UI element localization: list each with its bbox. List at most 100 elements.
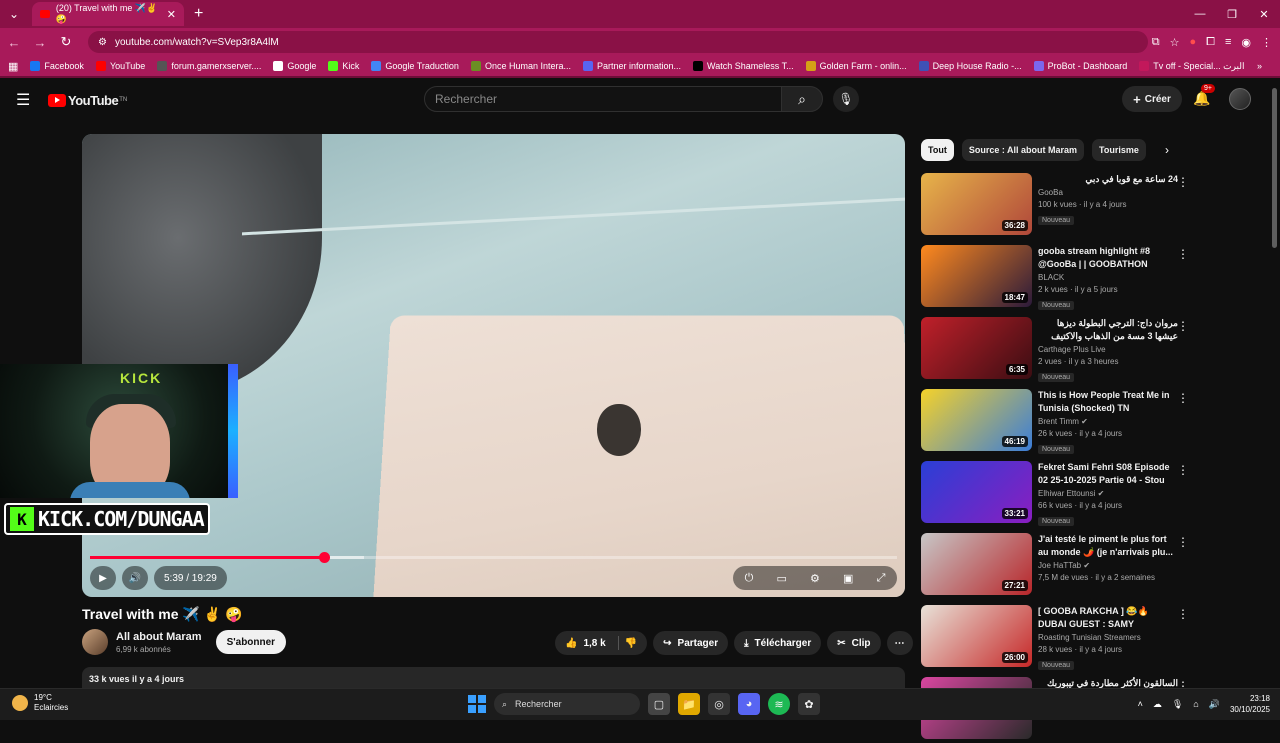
- more-options-icon[interactable]: ⋮: [1177, 391, 1189, 405]
- chevron-right-icon[interactable]: ›: [1165, 143, 1169, 157]
- filter-chip[interactable]: Tourisme: [1092, 139, 1146, 161]
- video-thumbnail[interactable]: 33:21: [921, 461, 1032, 523]
- back-icon[interactable]: ←: [2, 30, 26, 54]
- bookmark-item[interactable]: ProBot - Dashboard: [1033, 61, 1127, 72]
- video-thumbnail[interactable]: 36:28: [921, 173, 1032, 235]
- profile-icon[interactable]: ◉: [1241, 36, 1251, 49]
- network-icon[interactable]: ⌂: [1193, 699, 1198, 709]
- bookmark-item[interactable]: Google: [273, 61, 316, 72]
- menu-icon[interactable]: ☰: [16, 90, 40, 110]
- new-tab-icon[interactable]: +: [194, 5, 203, 23]
- fullscreen-icon[interactable]: ⤢: [877, 572, 886, 585]
- create-button[interactable]: + Créer: [1122, 86, 1182, 112]
- extension-icon[interactable]: ●: [1190, 36, 1197, 49]
- thumbs-down-icon[interactable]: 👎: [625, 638, 637, 649]
- progress-bar[interactable]: [90, 552, 897, 563]
- bookmark-item[interactable]: Partner information...: [582, 61, 681, 72]
- channel-avatar[interactable]: [82, 629, 108, 655]
- more-options-icon[interactable]: ⋮: [1177, 175, 1189, 189]
- recommended-video[interactable]: 33:21 Fekret Sami Fehri S08 Episode 02 25…: [921, 461, 1261, 527]
- discord-icon[interactable]: ◕: [738, 693, 760, 715]
- reading-list-icon[interactable]: ≡: [1225, 36, 1231, 49]
- apps-grid-icon[interactable]: ▦: [8, 60, 18, 73]
- bookmark-item[interactable]: Golden Farm - onlin...: [805, 61, 907, 72]
- recommended-title[interactable]: J'ai testé le piment le plus fort au mon…: [1038, 533, 1178, 559]
- recommended-channel[interactable]: Roasting Tunisian Streamers: [1038, 633, 1178, 642]
- more-options-icon[interactable]: ⋮: [1177, 247, 1189, 261]
- close-tab-icon[interactable]: ✕: [167, 8, 176, 21]
- theater-mode-icon[interactable]: ▣: [843, 572, 853, 585]
- scrubber-handle[interactable]: [319, 552, 331, 563]
- autoplay-toggle-icon[interactable]: ⏻: [745, 572, 754, 585]
- recommended-channel[interactable]: BLACK: [1038, 273, 1178, 282]
- browser-menu-icon[interactable]: ⋮: [1261, 36, 1272, 49]
- restore-icon[interactable]: ❐: [1216, 0, 1248, 28]
- microphone-icon[interactable]: 🎙: [833, 86, 859, 112]
- file-explorer-icon[interactable]: 📁: [678, 693, 700, 715]
- like-button[interactable]: 👍 1,8 k 👎: [555, 631, 648, 655]
- volume-button[interactable]: 🔊: [122, 566, 148, 590]
- recommended-channel[interactable]: Brent Timm ✔: [1038, 417, 1178, 426]
- settings-gear-icon[interactable]: ⚙: [810, 572, 820, 585]
- bookmark-item[interactable]: forum.gamerxserver....: [157, 61, 261, 72]
- recommended-title[interactable]: gooba stream highlight #8 @GooBa | | GOO…: [1038, 245, 1178, 271]
- channel-name[interactable]: All about Maram: [116, 631, 202, 643]
- bookmark-item[interactable]: Google Traduction: [371, 61, 459, 72]
- bookmark-item[interactable]: Kick: [328, 61, 359, 72]
- minimize-icon[interactable]: —: [1184, 0, 1216, 28]
- more-actions-icon[interactable]: ⋯: [886, 631, 913, 655]
- forward-icon[interactable]: →: [28, 30, 52, 54]
- recommended-video[interactable]: 26:00 [ GOOBA RAKCHA ] 😂🔥 DUBAI GUEST : S…: [921, 605, 1261, 671]
- download-button[interactable]: ⤓ Télécharger: [734, 631, 822, 655]
- windows-start-icon[interactable]: [468, 695, 486, 713]
- clock[interactable]: 23:18 30/10/2025: [1230, 693, 1270, 715]
- recommended-video[interactable]: 36:28 24 ساعة مع قوبا في دبي GooBa 100 k vu…: [921, 173, 1261, 239]
- account-avatar[interactable]: [1229, 88, 1251, 110]
- video-thumbnail[interactable]: 6:35: [921, 317, 1032, 379]
- install-app-icon[interactable]: ⧉: [1152, 36, 1160, 49]
- taskbar-search[interactable]: ⌕ Rechercher: [494, 693, 640, 715]
- bookmark-item[interactable]: Once Human Intera...: [470, 61, 571, 72]
- speaker-icon[interactable]: 🔊: [1209, 699, 1220, 710]
- bookmark-item[interactable]: Facebook: [30, 61, 84, 72]
- filter-chip[interactable]: Source : All about Maram: [961, 139, 1085, 161]
- address-bar[interactable]: ⚙ youtube.com/watch?v=SVep3r8A4lM: [88, 31, 1148, 53]
- more-options-icon[interactable]: ⋮: [1177, 463, 1189, 477]
- recommended-video[interactable]: 27:21 J'ai testé le piment le plus fort a…: [921, 533, 1261, 599]
- share-button[interactable]: ↪ Partager: [653, 631, 729, 655]
- extensions-puzzle-icon[interactable]: ⧠: [1206, 36, 1215, 49]
- search-icon[interactable]: ⌕: [781, 86, 823, 112]
- bookmark-item[interactable]: YouTube: [95, 61, 145, 72]
- microphone-tray-icon[interactable]: 🎙: [1172, 699, 1183, 710]
- more-options-icon[interactable]: ⋮: [1177, 535, 1189, 549]
- recommended-channel[interactable]: GooBa: [1038, 188, 1178, 197]
- subtitles-icon[interactable]: ▭: [776, 572, 786, 585]
- video-thumbnail[interactable]: 18:47: [921, 245, 1032, 307]
- page-scrollbar[interactable]: [1272, 88, 1277, 248]
- video-thumbnail[interactable]: 27:21: [921, 533, 1032, 595]
- recommended-title[interactable]: Fekret Sami Fehri S08 Episode 02 25-10-2…: [1038, 461, 1178, 487]
- more-options-icon[interactable]: ⋮: [1177, 319, 1189, 333]
- search-input[interactable]: Rechercher: [424, 86, 782, 112]
- bookmark-item[interactable]: Watch Shameless T...: [693, 61, 794, 72]
- recommended-title[interactable]: This is How People Treat Me in Tunisia (…: [1038, 389, 1178, 415]
- browser-tab[interactable]: (20) Travel with me ✈️✌️🤪 ✕: [32, 2, 184, 26]
- site-info-icon[interactable]: ⚙: [98, 37, 107, 48]
- clip-button[interactable]: ✂ Clip: [827, 631, 881, 655]
- reload-icon[interactable]: ↻: [54, 30, 78, 54]
- chevron-up-icon[interactable]: ˄: [1138, 699, 1143, 709]
- recommended-title[interactable]: [ GOOBA RAKCHA ] 😂🔥 DUBAI GUEST : SAMY C…: [1038, 605, 1178, 631]
- notifications-icon[interactable]: 🔔 9+: [1193, 84, 1215, 107]
- recommended-title[interactable]: مروان داج: الترجي البطولة ديزها عيشها 3 …: [1038, 317, 1178, 343]
- onedrive-icon[interactable]: ☁: [1153, 699, 1162, 710]
- bookmark-star-icon[interactable]: ☆: [1170, 36, 1180, 49]
- bookmark-item[interactable]: Deep House Radio -...: [918, 61, 1022, 72]
- close-window-icon[interactable]: ✕: [1248, 0, 1280, 28]
- spotify-icon[interactable]: ≋: [768, 693, 790, 715]
- youtube-logo[interactable]: YouTube TN: [48, 93, 127, 108]
- recommended-video[interactable]: 46:19 This is How People Treat Me in Tuni…: [921, 389, 1261, 455]
- app-icon[interactable]: ✿: [798, 693, 820, 715]
- play-button[interactable]: ▶: [90, 566, 116, 590]
- recommended-channel[interactable]: Carthage Plus Live: [1038, 345, 1178, 354]
- task-view-icon[interactable]: ▢: [648, 693, 670, 715]
